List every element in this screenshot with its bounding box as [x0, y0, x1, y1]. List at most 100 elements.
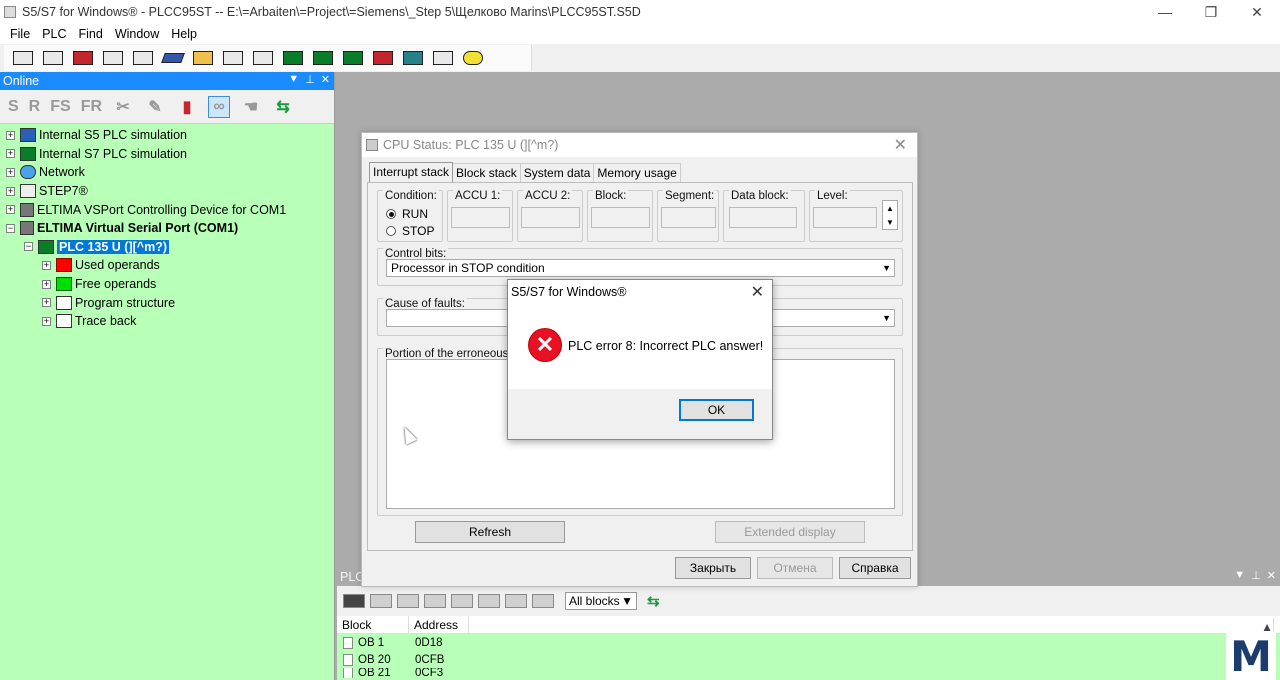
menu-window[interactable]: Window	[115, 27, 159, 41]
document-icon[interactable]	[251, 48, 275, 68]
menu-plc[interactable]: PLC	[42, 27, 66, 41]
close-icon[interactable]: ✕	[894, 135, 907, 155]
memory-icon[interactable]	[371, 48, 395, 68]
hierarchy-icon[interactable]	[221, 48, 245, 68]
column-header-address[interactable]: Address	[409, 615, 469, 634]
edit-plc-icon[interactable]: ✎	[144, 96, 166, 118]
tab-memory-usage[interactable]: Memory usage	[593, 163, 681, 183]
folder-icon[interactable]	[191, 48, 215, 68]
panel-pin-icon[interactable]: ⊥	[1251, 569, 1261, 582]
print-icon[interactable]	[397, 594, 419, 608]
chat-bubble-icon[interactable]	[461, 48, 485, 68]
restart-button[interactable]: R	[29, 98, 41, 116]
export-icon[interactable]	[424, 594, 446, 608]
compare-icon[interactable]	[101, 48, 125, 68]
tree-item-plc-135u[interactable]: − PLC 135 U (][^m?)	[0, 238, 334, 257]
tree-item-step7[interactable]: + STEP7®	[0, 182, 334, 201]
close-button[interactable]: Закрыть	[675, 557, 751, 579]
refresh-arrows-icon[interactable]: ⇆	[647, 592, 660, 610]
collapse-icon[interactable]: −	[24, 242, 33, 252]
load-block-icon[interactable]	[343, 594, 365, 608]
collapse-icon[interactable]: −	[6, 223, 15, 233]
column-header-block[interactable]: Block	[337, 615, 409, 634]
expand-icon[interactable]: +	[42, 298, 51, 308]
panel-close-icon[interactable]: ✕	[321, 73, 330, 86]
tree-item-trace-back[interactable]: + Trace back	[0, 312, 334, 331]
spin-up-icon[interactable]: ▲	[886, 204, 894, 213]
settings-icon[interactable]	[131, 48, 155, 68]
error-box-body: ✕ PLC error 8: Incorrect PLC answer!	[508, 304, 772, 389]
fr-button[interactable]: FR	[81, 98, 102, 116]
ok-button[interactable]: OK	[679, 399, 754, 421]
start-button[interactable]: S	[8, 98, 19, 116]
tree-item-s5-simulation[interactable]: + Internal S5 PLC simulation	[0, 126, 334, 145]
expand-icon[interactable]: +	[6, 205, 15, 215]
extended-display-button[interactable]: Extended display	[715, 521, 865, 543]
refresh-arrows-icon[interactable]: ⇆	[272, 96, 294, 118]
disconnect-icon[interactable]: ✂	[112, 96, 134, 118]
hand-icon[interactable]: ☚	[240, 96, 262, 118]
tab-block-stack[interactable]: Block stack	[452, 163, 521, 183]
status-monitor-icon[interactable]	[281, 48, 305, 68]
expand-icon[interactable]: +	[6, 186, 15, 196]
plc-device-icon[interactable]: ▮	[176, 96, 198, 118]
ladder-editor-icon[interactable]	[41, 48, 65, 68]
run-radio[interactable]: RUN	[386, 207, 428, 221]
help-button[interactable]: Справка	[839, 557, 911, 579]
menu-help[interactable]: Help	[171, 27, 197, 41]
stop-radio[interactable]: STOP	[386, 224, 434, 238]
expand-icon[interactable]: +	[42, 260, 51, 270]
expand-icon[interactable]: +	[42, 279, 51, 289]
variable-monitor-icon[interactable]	[311, 48, 335, 68]
menu-find[interactable]: Find	[78, 27, 102, 41]
table-row[interactable]: OB 20 0CFB	[337, 651, 1280, 668]
tab-system-data[interactable]: System data	[519, 163, 595, 183]
panel-pin-icon[interactable]: ⊥	[305, 73, 315, 86]
cancel-button[interactable]: Отмена	[757, 557, 833, 579]
program-editor-icon[interactable]	[11, 48, 35, 68]
tab-interrupt-stack[interactable]: Interrupt stack	[369, 162, 454, 183]
panel-dropdown-icon[interactable]: ▼	[1234, 569, 1245, 582]
tree-item-virtual-serial-port[interactable]: − ELTIMA Virtual Serial Port (COM1)	[0, 219, 334, 238]
tree-item-program-structure[interactable]: + Program structure	[0, 293, 334, 312]
transfer-icon[interactable]	[161, 48, 185, 68]
expand-icon[interactable]: +	[6, 167, 15, 177]
control-bits-select[interactable]: Processor in STOP condition ▼	[386, 259, 895, 277]
expand-icon[interactable]: +	[42, 316, 51, 326]
paste-icon[interactable]	[532, 594, 554, 608]
expand-icon[interactable]: +	[6, 130, 15, 140]
glasses-icon[interactable]: ∞	[208, 95, 231, 118]
fs-button[interactable]: FS	[50, 98, 70, 116]
close-window-button[interactable]: ✕	[1234, 0, 1280, 24]
tree-item-used-operands[interactable]: + Used operands	[0, 256, 334, 275]
tree-item-s7-simulation[interactable]: + Internal S7 PLC simulation	[0, 145, 334, 164]
close-icon[interactable]: ✕	[751, 282, 764, 302]
table-header: Block Address ▲	[337, 615, 1280, 636]
panel-close-icon[interactable]: ✕	[1267, 569, 1276, 582]
panel-dropdown-icon[interactable]: ▼	[288, 73, 299, 86]
table-row[interactable]: OB 21 0CF3	[337, 668, 1280, 678]
menu-file[interactable]: File	[10, 27, 30, 41]
block-filter-select[interactable]: All blocks ▼	[565, 592, 637, 610]
minimize-button[interactable]: —	[1142, 0, 1188, 24]
refresh-button[interactable]: Refresh	[415, 521, 565, 543]
save-block-icon[interactable]	[370, 594, 392, 608]
chart-monitor-icon[interactable]	[341, 48, 365, 68]
tree-item-label: Internal S7 PLC simulation	[39, 146, 187, 161]
restore-button[interactable]: ❐	[1188, 0, 1234, 24]
compare-icon[interactable]	[451, 594, 473, 608]
import-icon[interactable]	[478, 594, 500, 608]
tree-item-free-operands[interactable]: + Free operands	[0, 275, 334, 294]
plc-module-icon[interactable]	[71, 48, 95, 68]
tree-item-network[interactable]: + Network	[0, 163, 334, 182]
mail-icon[interactable]	[431, 48, 455, 68]
list-icon	[56, 314, 72, 329]
signal-icon[interactable]	[401, 48, 425, 68]
expand-icon[interactable]: +	[6, 149, 15, 159]
level-spinner[interactable]: ▲ ▼	[882, 200, 898, 230]
tree-item-vsport-device[interactable]: + ELTIMA VSPort Controlling Device for C…	[0, 200, 334, 219]
spin-down-icon[interactable]: ▼	[886, 218, 894, 227]
copy-icon[interactable]	[505, 594, 527, 608]
block-field	[591, 207, 650, 228]
table-row[interactable]: OB 1 0D18	[337, 634, 1280, 651]
